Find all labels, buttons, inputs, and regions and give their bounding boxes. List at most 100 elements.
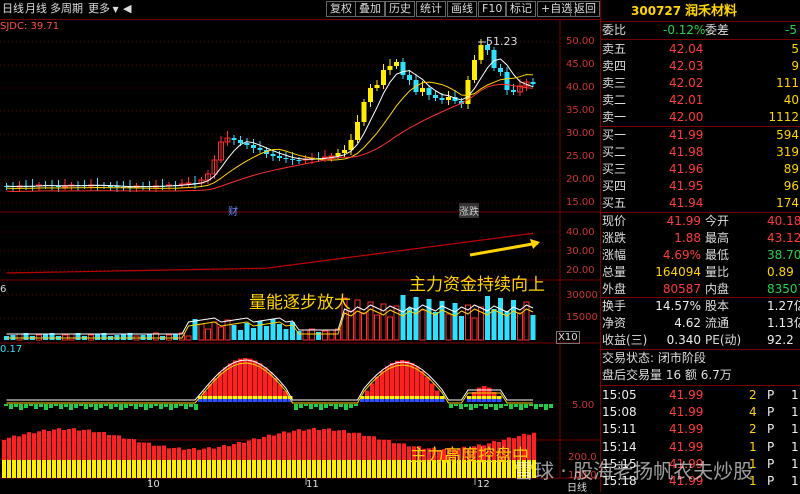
control-base-bar [402,460,406,478]
control-base-bar [227,460,231,478]
bid-row[interactable]: 买三 41.96 89 [601,161,800,178]
control-base-bar [7,460,11,478]
fundamental-row: 净资 4.62 流通 1.13亿 [601,315,800,332]
tick-flag: P [767,388,775,402]
control-base-bar [42,460,46,478]
bid-row[interactable]: 买四 41.95 96 [601,178,800,195]
ask-row[interactable]: 卖五 42.04 5 [601,41,800,58]
macd-dot [218,399,223,402]
bid-volume: 174 [776,196,799,210]
control-base-bar [362,460,366,478]
volume-bar [264,326,269,340]
macd-bar [370,383,375,398]
macd-bar [248,358,253,398]
ask-row[interactable]: 卖一 42.00 1112 [601,109,800,126]
control-base-bar [222,460,226,478]
control-bar [112,435,116,460]
event-marker-finance[interactable]: 财 [228,203,238,218]
mark-button[interactable]: 标记 [506,1,536,17]
macd-dot [440,399,445,402]
fundamental-value: 1.27亿 [767,299,800,313]
stat-row: 总量 164094 量比 0.89 [601,264,800,281]
control-annotation: 主力高度控盘中 [410,446,529,466]
period-month[interactable]: 月线 [25,2,47,16]
macd-dot [238,396,243,399]
control-base-bar [107,460,111,478]
macd-dot [365,396,370,399]
bid-row[interactable]: 买二 41.98 319 [601,144,800,161]
candle [251,145,256,148]
macd-dot [223,399,228,402]
control-base-bar [92,460,96,478]
stat-label: 涨幅 [602,248,627,262]
ask-price: 42.04 [669,42,704,56]
ask-row[interactable]: 卖三 42.02 111 [601,75,800,92]
control-base-bar [167,460,171,478]
control-base-bar [237,460,241,478]
price-axis-label: 45.00 [566,59,595,70]
macd-dot [405,399,410,402]
macd-dot [268,399,273,402]
chart-area[interactable] [0,0,600,492]
bid-label: 买四 [602,179,627,193]
control-base-bar [397,460,401,478]
scroll-left-icon[interactable]: ◀ [123,2,131,16]
stat-row: 现价 41.99 今开 40.18 [601,213,800,230]
macd-neg-bar [39,404,43,407]
macd-neg-bar [304,404,308,406]
watermark: 雪球 · 股海老扬帆农夫炒股 [514,459,754,483]
macd-dot [395,396,400,399]
back-button[interactable]: 返回 [570,1,600,17]
candle [426,88,432,95]
bid-row[interactable]: 买五 41.94 174 [601,195,800,212]
more-menu[interactable]: 更多 ▼ [88,2,119,16]
volume-bar [147,334,152,340]
macd-dot [405,396,410,399]
stats-button[interactable]: 统计 [416,1,446,17]
period-day[interactable]: 日线 [2,2,24,16]
control-base-bar [12,460,16,478]
f10-button[interactable]: F10 [478,1,507,17]
fuquan-button[interactable]: 复权 [326,1,356,17]
macd-dot [435,396,440,399]
control-bar [142,442,146,460]
candle [277,156,282,158]
macd-neg-bar [339,404,343,407]
macd-dot [233,399,238,402]
draw-line-button[interactable]: 画线 [447,1,477,17]
control-base-bar [162,460,166,478]
stock-header: 300727 润禾材料 [601,3,800,21]
ask-row[interactable]: 卖二 42.01 40 [601,92,800,109]
control-base-bar [242,460,246,478]
macd-neg-bar [504,404,508,406]
control-base-bar [152,460,156,478]
macd-dot [375,399,380,402]
macd-neg-bar [529,404,533,406]
macd-bar [243,358,248,398]
macd-dot [273,396,278,399]
ask-row[interactable]: 卖四 42.03 9 [601,58,800,75]
candle [446,97,451,100]
candle [407,75,412,80]
event-marker-limit[interactable]: 涨跌 [459,203,479,218]
control-base-bar [327,460,331,478]
control-base-bar [157,460,161,478]
history-button[interactable]: 历史 [385,1,415,17]
bid-label: 买三 [602,162,627,176]
macd-dot [278,399,283,402]
overlay-button[interactable]: 叠加 [355,1,385,17]
control-bar [102,432,106,460]
control-bar [387,439,391,460]
bid-volume: 319 [776,145,799,159]
period-multi[interactable]: 多周期 [50,2,83,16]
macd-dot [400,399,405,402]
volume-bar [231,325,237,340]
control-bar [172,447,176,460]
candle [296,160,302,161]
candle [530,82,536,84]
bid-row[interactable]: 买一 41.99 594 [601,127,800,144]
macd-neg-bar [544,404,548,410]
control-bar [62,430,66,460]
tick-volume: 2 [749,388,757,402]
fundamental-label: 收益(三) [602,333,648,347]
